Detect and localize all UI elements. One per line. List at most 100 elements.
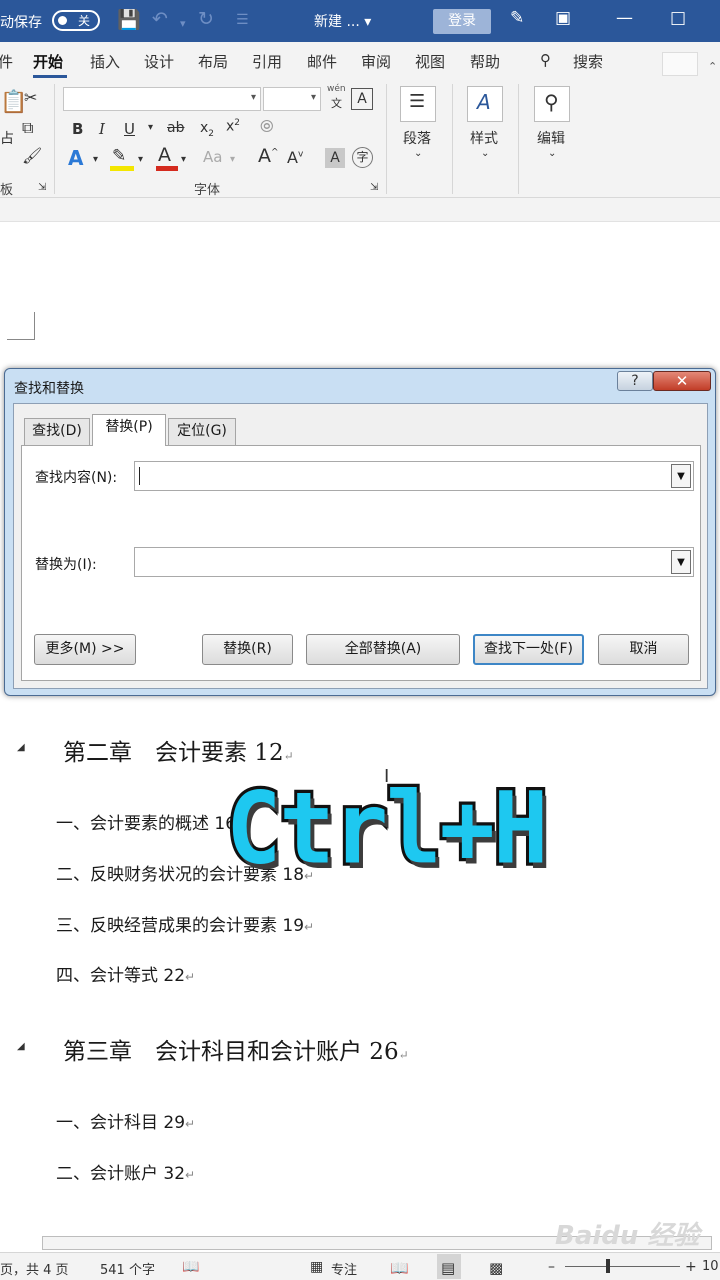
web-layout-icon[interactable]: ▩ [489, 1259, 503, 1277]
font-size-combo[interactable]: ▾ [263, 87, 321, 111]
tab-layout[interactable]: 布局 [198, 51, 228, 72]
styles-icon: A [477, 90, 491, 114]
chevron-down-icon[interactable]: ▼ [671, 550, 691, 574]
editing-button-frame[interactable]: ⚲ [534, 86, 570, 122]
tab-mailings[interactable]: 邮件 [307, 51, 337, 72]
paragraph-mark: ↵ [398, 1048, 409, 1062]
chevron-down-icon[interactable]: ⌄ [481, 148, 489, 159]
editing-button-label[interactable]: 编辑 [537, 128, 565, 148]
tab-help[interactable]: 帮助 [470, 51, 500, 72]
character-shading-icon[interactable]: A [325, 148, 345, 168]
collapse-heading-icon[interactable]: ◢ [17, 1041, 25, 1052]
superscript-icon[interactable]: x2 [226, 118, 240, 135]
highlight-icon[interactable]: ✎ [112, 146, 126, 166]
signin-button[interactable]: 登录 [433, 9, 491, 34]
cancel-button[interactable]: 取消 [598, 634, 689, 665]
tab-file[interactable]: 件 [0, 51, 13, 72]
search-icon[interactable]: ⚲ [540, 51, 551, 69]
styles-button-label[interactable]: 样式 [470, 128, 498, 148]
close-icon[interactable]: ✕ [653, 371, 711, 391]
change-case-icon[interactable]: Aa [203, 148, 222, 166]
autosave-label: 动保存 [0, 15, 42, 31]
chevron-down-icon[interactable]: ▾ [148, 122, 153, 133]
replace-button[interactable]: 替换(R) [202, 634, 293, 665]
italic-icon[interactable]: I [99, 120, 105, 138]
list-item: 四、会计等式 22↵ [56, 961, 195, 986]
replace-all-button[interactable]: 全部替换(A) [306, 634, 460, 665]
bold-icon[interactable]: B [72, 120, 83, 138]
tab-design[interactable]: 设计 [144, 51, 174, 72]
enclose-characters-icon[interactable]: 字 [352, 147, 373, 168]
collapse-heading-icon[interactable]: ◢ [17, 742, 25, 753]
zoom-slider-track[interactable] [565, 1266, 680, 1267]
autosave-toggle[interactable]: 关 [52, 10, 100, 31]
tab-insert[interactable]: 插入 [90, 51, 120, 72]
find-input[interactable]: ▼ [134, 461, 694, 491]
read-mode-icon[interactable]: 📖 [390, 1259, 409, 1277]
paragraph-button-label[interactable]: 段落 [403, 128, 431, 148]
chevron-down-icon[interactable]: ▼ [671, 464, 691, 488]
focus-icon[interactable]: ▦ [310, 1259, 323, 1275]
subscript-icon[interactable]: x2 [200, 120, 214, 139]
chevron-down-icon[interactable]: ⌄ [548, 148, 556, 159]
copy-icon[interactable]: ⧉ [22, 118, 33, 138]
cut-icon[interactable]: ✂ [24, 88, 37, 107]
word-count[interactable]: 541 个字 [100, 1259, 155, 1278]
tell-me-search[interactable]: 搜索 [573, 51, 603, 72]
clipboard-launcher-icon[interactable]: ⇲ [38, 182, 46, 193]
tab-references[interactable]: 引用 [252, 51, 282, 72]
ribbon-display-icon[interactable]: ▣ [555, 8, 571, 28]
shrink-font-icon[interactable]: Av [287, 148, 303, 167]
tab-home[interactable]: 开始 [33, 51, 63, 72]
paragraph-button-frame[interactable]: ☰ [400, 86, 436, 122]
tab-replace[interactable]: 替换(P) [92, 414, 166, 446]
grow-font-icon[interactable]: A^ [258, 145, 279, 167]
maximize-icon[interactable]: □ [670, 8, 686, 28]
undo-icon[interactable]: ↶ [152, 8, 168, 30]
chevron-down-icon[interactable]: ▾ [230, 154, 235, 165]
chevron-down-icon[interactable]: ▾ [93, 154, 98, 165]
page-count[interactable]: 页，共 4 页 [0, 1259, 69, 1278]
proofing-icon[interactable]: 📖 [182, 1259, 199, 1275]
styles-button-frame[interactable]: A [467, 86, 503, 122]
help-button[interactable]: ? [617, 371, 653, 391]
list-item: 三、反映经营成果的会计要素 19↵ [56, 911, 314, 936]
zoom-level[interactable]: 10 [702, 1259, 719, 1274]
underline-icon[interactable]: U [124, 120, 135, 138]
replace-input[interactable]: ▼ [134, 547, 694, 577]
font-color-bar [156, 166, 178, 171]
chevron-down-icon[interactable]: ▾ [138, 154, 143, 165]
strikethrough-icon[interactable]: ab [167, 120, 184, 136]
chevron-down-icon[interactable]: ⌄ [414, 148, 422, 159]
document-name[interactable]: 新建 ... ▾ [314, 11, 371, 31]
focus-mode-label[interactable]: 专注 [331, 1259, 357, 1278]
tab-review[interactable]: 审阅 [361, 51, 391, 72]
print-layout-icon[interactable]: ▤ [441, 1259, 455, 1277]
font-dialog-launcher-icon[interactable]: ⇲ [370, 182, 378, 193]
find-icon: ⚲ [544, 90, 559, 114]
character-border-icon[interactable]: A [351, 88, 373, 110]
zoom-in-icon[interactable]: + [685, 1259, 697, 1275]
chevron-down-icon[interactable]: ▾ [181, 154, 186, 165]
minimize-icon[interactable]: — [616, 8, 633, 28]
ribbon-collapse-icon[interactable]: ⌃ [708, 60, 717, 73]
tab-find[interactable]: 查找(D) [24, 418, 90, 445]
save-icon[interactable]: 💾 [117, 8, 141, 31]
zoom-slider-thumb[interactable] [606, 1259, 610, 1273]
designer-brush-icon[interactable]: ✎ [510, 8, 524, 28]
text-effects-icon[interactable]: A [68, 146, 83, 170]
undo-dropdown-icon[interactable]: ▾ [180, 17, 186, 30]
font-name-combo[interactable]: ▾ [63, 87, 261, 111]
more-button[interactable]: 更多(M) >> [34, 634, 136, 665]
phonetic-guide-icon[interactable]: 文 [331, 95, 342, 111]
zoom-out-icon[interactable]: – [548, 1259, 555, 1275]
share-button[interactable] [662, 52, 698, 76]
redo-icon[interactable]: ↻ [198, 8, 214, 30]
font-color-icon[interactable]: A [158, 144, 171, 166]
format-painter-icon[interactable]: 🖌 [22, 146, 42, 165]
customize-qat-icon[interactable]: ☰ [236, 12, 249, 28]
tab-goto[interactable]: 定位(G) [168, 418, 236, 445]
find-next-button[interactable]: 查找下一处(F) [473, 634, 584, 665]
tab-view[interactable]: 视图 [415, 51, 445, 72]
clear-formatting-icon[interactable]: ⦾ [260, 117, 274, 137]
